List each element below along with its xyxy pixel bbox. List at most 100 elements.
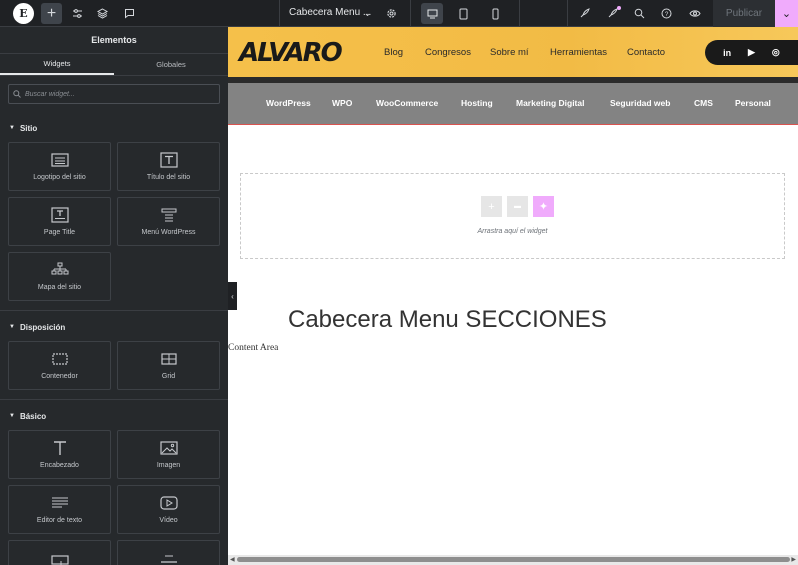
notification-dot [617,6,621,10]
text-editor-icon [51,497,68,508]
widget-button[interactable] [8,540,111,565]
divider [0,399,228,400]
ai-button[interactable]: ✦ [533,196,554,217]
widget-label: Imagen [156,462,181,469]
horizontal-scrollbar[interactable]: ◀ ▶ [228,555,798,565]
publish-button[interactable]: Publicar [713,0,775,27]
add-element-button[interactable]: + [41,3,62,24]
widget-label: Título del sitio [146,174,191,181]
template-library-button[interactable]: ▬ [507,196,528,217]
search-icon [13,90,21,98]
widget-site-title[interactable]: Título del sitio [117,142,220,191]
search-placeholder: Buscar widget... [25,90,75,98]
widget-site-logo[interactable]: Logotipo del sitio [8,142,111,191]
widget-label: Mapa del sitio [37,284,82,291]
widget-label: Editor de texto [36,517,83,524]
add-section-button[interactable]: + [481,196,502,217]
sparkle-rocket-icon[interactable] [602,3,623,24]
elements-panel: Elementos Widgets Globales Buscar widget… [0,27,228,565]
editor-canvas: ALVARO Blog Congresos Sobre mí Herramien… [228,27,798,555]
widget-divider[interactable] [117,540,220,565]
section-disposicion[interactable]: ▼ Disposición [0,320,228,334]
tab-widgets[interactable]: Widgets [0,54,114,75]
section-sitio[interactable]: ▼ Sitio [0,121,228,135]
divider [567,0,568,27]
button-icon [50,554,69,565]
menu-item-cms[interactable]: CMS [694,98,713,108]
menu-item-personal[interactable]: Personal [735,98,771,108]
nav-link-blog[interactable]: Blog [384,47,403,58]
widget-text-editor[interactable]: Editor de texto [8,485,111,534]
widget-image[interactable]: Imagen [117,430,220,479]
section-title: Básico [19,411,47,421]
menu-item-woocommerce[interactable]: WooCommerce [376,98,438,108]
page-title-icon [50,207,69,223]
youtube-icon[interactable]: ▶ [745,47,757,59]
nav-link-congresos[interactable]: Congresos [425,47,471,58]
mobile-icon[interactable] [485,3,506,24]
widget-wp-menu[interactable]: Menú WordPress [117,197,220,246]
widget-grid[interactable]: Grid [117,341,220,390]
widget-page-title[interactable]: Page Title [8,197,111,246]
section-title: Disposición [19,322,66,332]
caret-down-icon: ▼ [9,125,15,131]
widget-heading[interactable]: Encabezado [8,430,111,479]
nav-link-contacto[interactable]: Contacto [627,47,665,58]
widget-label: Contenedor [41,373,78,380]
elementor-logo-icon[interactable]: E [13,3,34,24]
menu-item-wpo[interactable]: WPO [332,98,352,108]
gear-icon[interactable] [381,3,402,24]
widget-label: Vídeo [159,517,178,524]
desktop-icon[interactable] [421,3,443,24]
sliders-icon[interactable] [67,3,88,24]
tablet-icon[interactable] [453,3,474,24]
menu-item-marketing-digital[interactable]: Marketing Digital [516,98,584,108]
search-icon[interactable] [629,3,650,24]
social-links: in ▶ ◎ [705,40,798,65]
divider [410,0,411,27]
widget-label: Menú WordPress [141,229,196,236]
chevron-down-icon[interactable]: ⌄ [357,3,378,24]
caret-down-icon: ▼ [9,324,15,330]
widget-label: Grid [161,373,176,380]
scroll-left-icon[interactable]: ◀ [230,556,235,563]
divider [0,310,228,311]
panel-tabs: Widgets Globales [0,54,228,76]
menu-item-seguridad-web[interactable]: Seguridad web [610,98,670,108]
eye-icon[interactable] [684,3,705,24]
scroll-right-icon[interactable]: ▶ [791,556,796,563]
widget-video[interactable]: Vídeo [117,485,220,534]
site-logo[interactable]: ALVARO [239,38,343,68]
editor-topbar: E + Cabecera Menu ... ⌄ ? Publicar ⌄ [0,0,798,27]
collapse-panel-button[interactable]: ‹ [228,282,237,310]
widget-drop-zone[interactable]: + ▬ ✦ Arrastra aquí el widget [240,173,785,259]
tab-globales[interactable]: Globales [114,54,228,75]
widget-container[interactable]: Contenedor [8,341,111,390]
widget-sitemap[interactable]: Mapa del sitio [8,252,111,301]
divider [279,0,280,27]
search-input[interactable]: Buscar widget... [8,84,220,104]
grid-icon [160,353,177,365]
section-basico[interactable]: ▼ Básico [0,409,228,423]
video-icon [159,496,178,510]
page-heading[interactable]: Cabecera Menu SECCIONES [288,306,607,334]
linkedin-icon[interactable]: in [721,47,733,59]
site-header[interactable]: ALVARO Blog Congresos Sobre mí Herramien… [228,27,798,77]
publish-options-button[interactable]: ⌄ [775,0,798,27]
nav-link-sobre-mi[interactable]: Sobre mí [490,47,529,58]
nav-link-herramientas[interactable]: Herramientas [550,47,607,58]
widget-label: Logotipo del sitio [33,174,86,181]
rocket-icon[interactable] [574,3,595,24]
svg-text:?: ? [665,11,669,18]
heading-icon [53,441,66,455]
comment-icon[interactable] [119,3,140,24]
help-icon[interactable]: ? [656,3,677,24]
menu-item-hosting[interactable]: Hosting [461,98,493,108]
content-area: Content Area [228,343,279,353]
menu-item-wordpress[interactable]: WordPress [266,98,311,108]
layers-icon[interactable] [92,3,113,24]
scrollbar-thumb[interactable] [237,557,790,562]
menu-icon [161,208,176,222]
widget-label: Page Title [43,229,76,236]
instagram-icon[interactable]: ◎ [770,47,782,59]
